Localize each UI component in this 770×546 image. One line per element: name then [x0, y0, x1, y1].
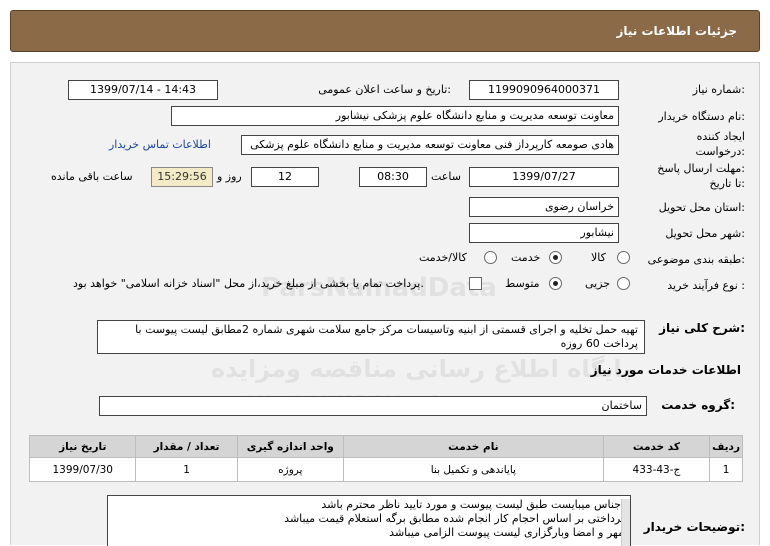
watermark-title: پایگاه اطلاع رسانی مناقصه ومزایده — [211, 355, 632, 383]
cell-unit: پروژه — [236, 457, 345, 482]
category-goods-service-label: کالا/خدمت — [419, 251, 467, 264]
buyer-org-label: نام دستگاه خریدار: — [658, 110, 745, 123]
col-qty-header: تعداد / مقدار — [135, 435, 238, 458]
contact-buyer-link[interactable]: اطلاعات تماس خریدار — [109, 138, 211, 151]
province-label: استان محل تحویل: — [658, 201, 745, 214]
buyer-note-line: مهر و امضا وبارگزاری لیست پیوست الزامی م… — [389, 526, 624, 539]
deadline-time-label: ساعت — [431, 170, 461, 183]
purchase-radio-medium[interactable] — [549, 277, 562, 290]
col-date-header: تاریخ نیاز — [28, 435, 137, 458]
remaining-label: ساعت باقی مانده — [51, 170, 133, 183]
announce-label: تاریخ و ساعت اعلان عمومی: — [318, 83, 451, 96]
category-label: طبقه بندی موضوعی: — [647, 253, 745, 266]
announce-field[interactable]: 1399/07/14 - 14:43 — [68, 80, 218, 100]
cell-qty: 1 — [135, 457, 238, 482]
description-label: شرح کلی نیاز: — [659, 321, 745, 335]
category-service-label: خدمت — [511, 251, 541, 264]
category-radio-goods-service[interactable] — [484, 251, 497, 264]
category-radio-goods[interactable] — [617, 251, 630, 264]
creator-field[interactable]: هادی صومعه کارپرداز فنی معاونت توسعه مدی… — [241, 135, 619, 155]
days-label: روز و — [217, 170, 242, 183]
creator-label: ایجاد کننده — [696, 130, 745, 143]
cell-row: 1 — [709, 457, 743, 482]
table-header-row: ردیف کد خدمت نام خدمت واحد اندازه گیری ت… — [28, 435, 743, 458]
remaining-time-field: 15:29:56 — [151, 167, 213, 187]
service-group-field[interactable]: ساختمان — [99, 396, 647, 416]
buyer-notes-scrollbar[interactable] — [621, 499, 630, 546]
col-name-header: نام خدمت — [343, 435, 604, 458]
city-field[interactable]: نیشابور — [469, 223, 619, 243]
cell-name: پایاندهی و تکمیل بنا — [343, 457, 604, 482]
services-section-title: اطلاعات خدمات مورد نیاز — [590, 363, 741, 377]
category-radio-service[interactable] — [549, 251, 562, 264]
purchase-type-label: نوع فرآیند خرید : — [667, 279, 745, 292]
category-goods-label: کالا — [591, 251, 606, 264]
col-row-header: ردیف — [709, 435, 743, 458]
deadline-label-2: تا تاریخ: — [709, 177, 745, 190]
treasury-payment-checkbox[interactable] — [469, 277, 482, 290]
col-unit-header: واحد اندازه گیری — [236, 435, 345, 458]
description-text[interactable]: تهیه حمل تخلیه و اجرای قسمتی از ابنیه وت… — [97, 320, 645, 354]
buyer-org-field[interactable]: معاونت توسعه مدیریت و منابع دانشگاه علوم… — [171, 106, 619, 126]
services-table: ردیف کد خدمت نام خدمت واحد اندازه گیری ت… — [28, 435, 743, 482]
purchase-radio-minor[interactable] — [617, 277, 630, 290]
table-row[interactable]: 1 ج-43-433 پایاندهی و تکمیل بنا پروژه 1 … — [28, 457, 743, 482]
deadline-date-field[interactable]: 1399/07/27 — [469, 167, 619, 187]
page-title: جزئیات اطلاعات نیاز — [616, 24, 737, 38]
cell-code: ج-43-433 — [602, 457, 711, 482]
need-number-field[interactable]: 1199090964000371 — [469, 80, 619, 100]
province-field[interactable]: خراسان رضوی — [469, 197, 619, 217]
days-count-field[interactable]: 12 — [251, 167, 319, 187]
need-number-label: شماره نیاز: — [692, 83, 745, 96]
purchase-minor-label: جزیی — [585, 277, 611, 290]
cell-date: 1399/07/30 — [28, 457, 137, 482]
treasury-payment-note: پرداخت تمام یا بخشی از مبلغ خرید،از محل … — [73, 277, 424, 290]
service-group-label: گروه خدمت: — [661, 398, 735, 412]
creator-label-2: درخواست: — [695, 145, 746, 158]
deadline-label: مهلت ارسال پاسخ: — [657, 162, 745, 175]
buyer-note-line: اجناس میبایست طبق لیست پیوست و مورد تایی… — [321, 498, 624, 511]
page-header: جزئیات اطلاعات نیاز — [10, 10, 760, 52]
city-label: شهر محل تحویل: — [665, 227, 745, 240]
buyer-notes-text[interactable]: اجناس میبایست طبق لیست پیوست و مورد تایی… — [107, 495, 631, 546]
purchase-medium-label: متوسط — [505, 277, 540, 290]
details-panel: ParsNamadData پایگاه اطلاع رسانی مناقصه … — [10, 62, 760, 546]
buyer-notes-label: توضیحات خریدار: — [643, 520, 745, 534]
deadline-time-field[interactable]: 08:30 — [359, 167, 427, 187]
buyer-note-line: پرداختی بر اساس احجام کار انجام شده مطاب… — [284, 512, 624, 525]
col-code-header: کد خدمت — [602, 435, 711, 458]
